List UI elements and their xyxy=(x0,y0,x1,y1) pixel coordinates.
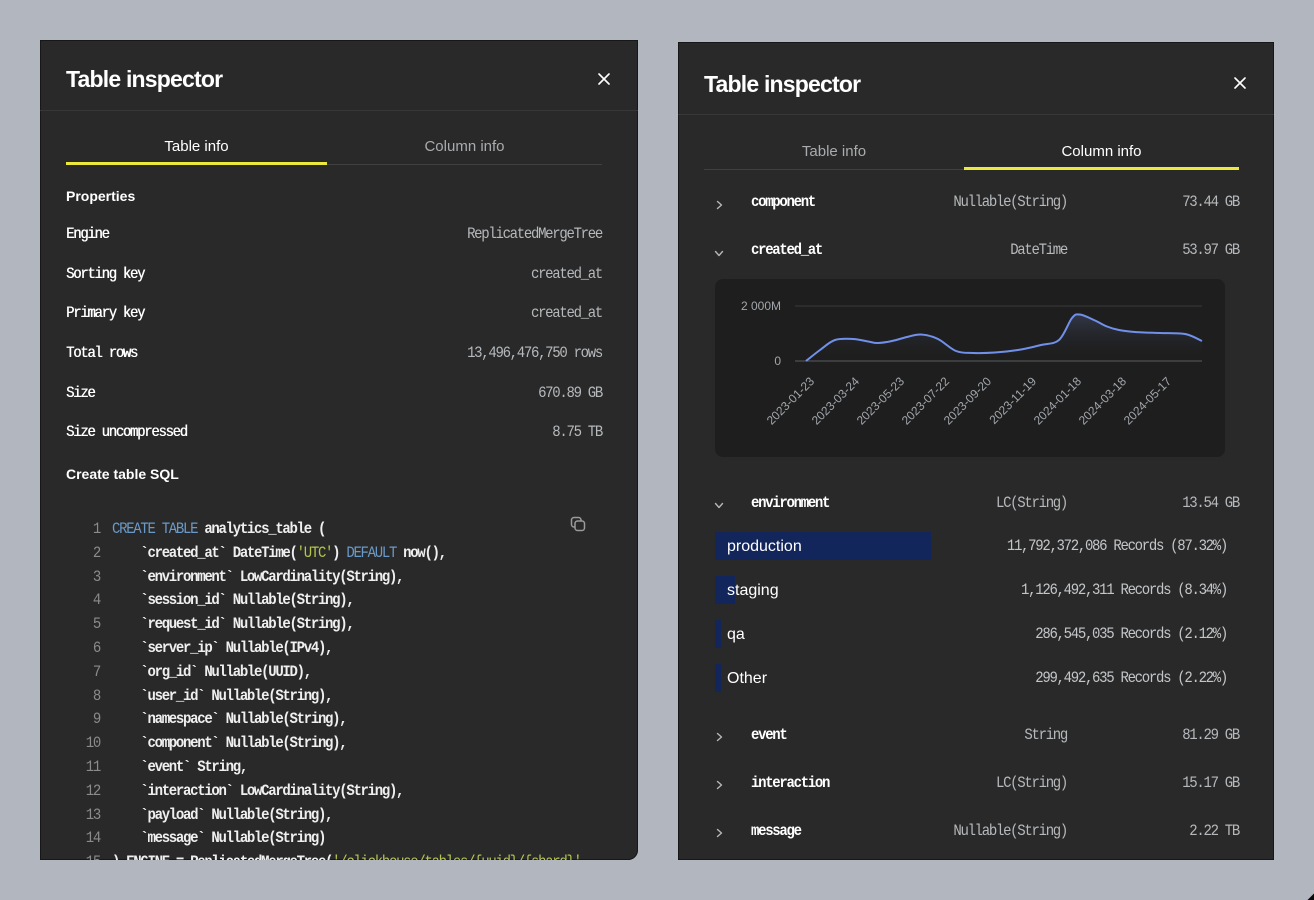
svg-text:2 000M: 2 000M xyxy=(741,299,781,313)
svg-text:0: 0 xyxy=(774,354,781,368)
svg-text:2024-05-17: 2024-05-17 xyxy=(1121,374,1175,428)
